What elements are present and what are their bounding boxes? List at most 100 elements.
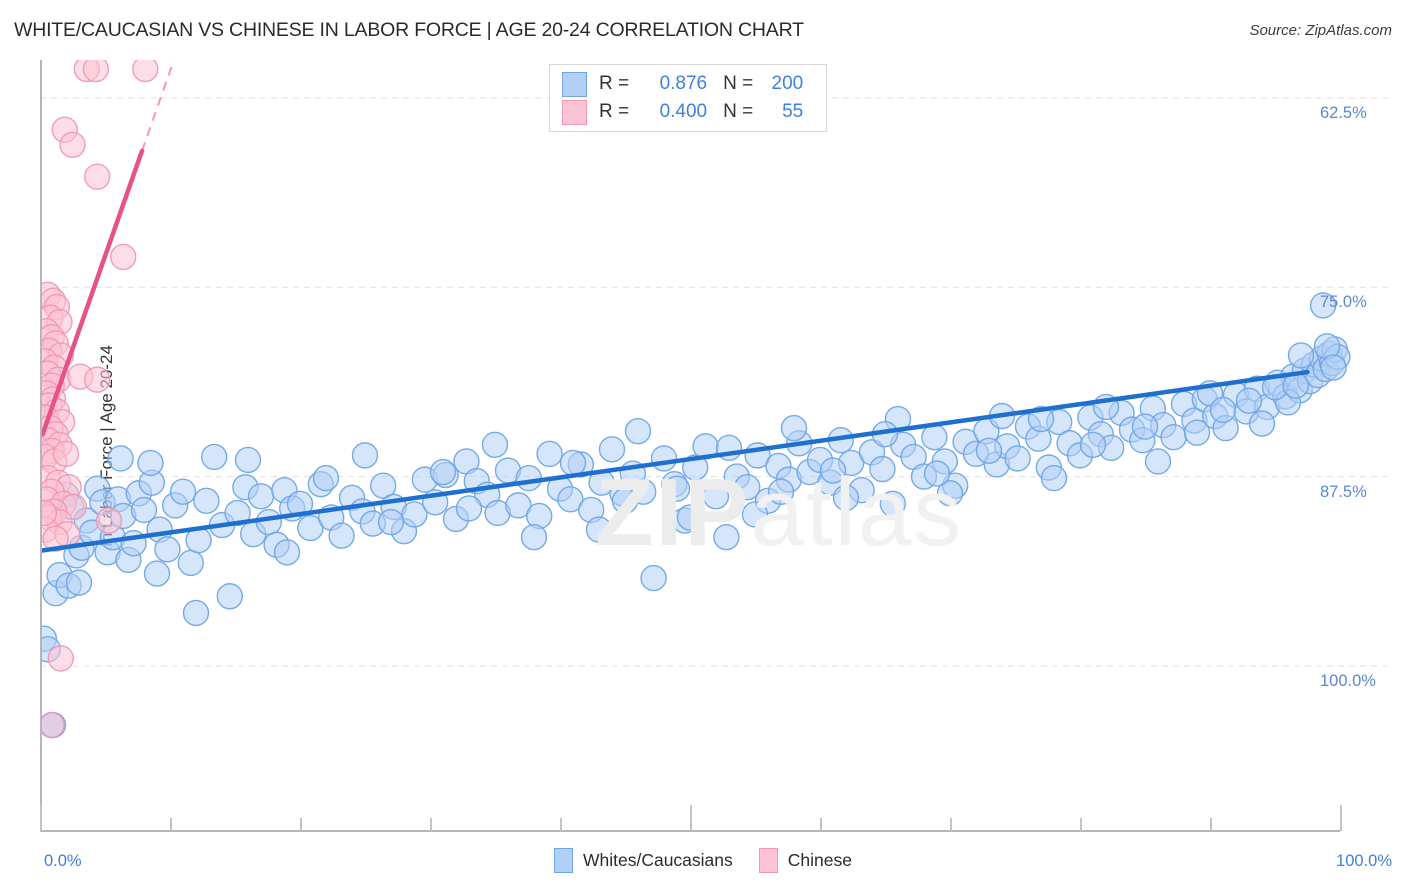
data-point [52, 440, 80, 468]
data-point [143, 560, 171, 587]
data-point [1131, 413, 1159, 440]
data-point [351, 442, 379, 469]
x-axis-tick [560, 818, 562, 831]
data-point [1079, 431, 1107, 458]
data-point [481, 431, 509, 458]
data-point [107, 445, 134, 472]
data-point [273, 539, 301, 566]
x-axis-tick [820, 818, 822, 831]
data-point [1144, 448, 1172, 475]
data-point [515, 464, 542, 492]
y-tick-label: 87.5% [1320, 482, 1367, 501]
data-point [611, 487, 639, 515]
data-point [819, 457, 847, 484]
page-title: WHITE/CAUCASIAN VS CHINESE IN LABOR FORC… [14, 19, 804, 41]
series-whites-caucasians [40, 292, 1351, 739]
data-point [182, 599, 210, 627]
data-point [1287, 342, 1315, 369]
x-axis-tick [1340, 805, 1342, 831]
data-point [559, 449, 587, 477]
scatter-svg [40, 60, 1392, 739]
data-point [975, 437, 1003, 465]
data-point [193, 487, 220, 515]
data-point [84, 366, 111, 393]
legend-n-key-blue: N = [723, 73, 754, 94]
y-axis-line [40, 60, 42, 830]
series-label-whites: Whites/Caucasians [582, 850, 733, 870]
stats-legend: R = 0.876 N = 200 R = 0.400 N = 55 [549, 64, 827, 132]
data-point [132, 60, 159, 83]
data-point [713, 523, 740, 551]
series-legend-item-chinese[interactable]: Chinese [758, 848, 852, 873]
legend-n-key-pink: N = [723, 101, 754, 122]
data-point [154, 536, 181, 563]
data-point [624, 417, 652, 445]
y-tick-label: 100.0% [1320, 671, 1376, 690]
series-legend-item-whites[interactable]: Whites/Caucasians [553, 848, 733, 873]
x-axis-tick [1210, 818, 1212, 831]
data-point [767, 478, 795, 505]
data-point [65, 569, 93, 596]
data-point [598, 436, 626, 463]
y-tick-label: 75.0% [1320, 293, 1367, 312]
data-point [780, 414, 808, 442]
data-point [741, 501, 769, 528]
series-legend: Whites/Caucasians Chinese [0, 848, 1406, 873]
data-point [1248, 410, 1276, 437]
data-point [84, 163, 111, 190]
data-point [536, 440, 563, 468]
data-point [879, 490, 906, 518]
data-point [1004, 445, 1031, 472]
legend-r-key-blue: R = [599, 73, 630, 94]
x-axis-tick [1080, 818, 1082, 831]
data-point [832, 484, 860, 511]
series-swatch-blue [553, 848, 573, 873]
data-point [869, 455, 896, 483]
data-point [663, 475, 691, 502]
data-point [1160, 423, 1187, 451]
data-point [676, 504, 704, 531]
data-point [377, 508, 405, 536]
data-point [82, 60, 110, 83]
legend-r-value-pink: 0.400 [659, 101, 708, 122]
legend-n-value-pink: 55 [782, 101, 804, 122]
data-point [247, 483, 275, 510]
data-point [109, 243, 137, 271]
x-axis-tick [950, 818, 952, 831]
data-point [585, 516, 613, 543]
legend-swatch-blue [562, 71, 587, 97]
x-axis-tick [430, 818, 432, 831]
x-axis-tick [170, 818, 172, 831]
data-point [1040, 464, 1068, 492]
data-point [59, 131, 86, 159]
data-point [921, 423, 948, 451]
data-point [702, 483, 730, 510]
stats-legend-row-whites: R = 0.876 N = 200 [562, 70, 803, 98]
source-attribution: Source: ZipAtlas.com [1249, 22, 1392, 39]
series-label-chinese: Chinese [787, 850, 852, 870]
x-axis-tick [300, 818, 302, 831]
data-point [1209, 396, 1237, 424]
correlation-chart: WHITE/CAUCASIAN VS CHINESE IN LABOR FORC… [0, 0, 1406, 892]
stats-legend-row-chinese: R = 0.400 N = 55 [562, 98, 803, 126]
data-point [1320, 354, 1347, 381]
series-swatch-pink [758, 848, 778, 873]
data-point [429, 458, 457, 486]
data-point [640, 564, 667, 592]
data-point [328, 522, 355, 549]
data-point [47, 645, 74, 672]
data-point [234, 446, 262, 474]
data-point [95, 507, 123, 534]
legend-n-value-blue: 200 [771, 73, 804, 94]
data-point [169, 478, 197, 505]
data-point [1235, 387, 1263, 415]
legend-r-value-blue: 0.876 [659, 73, 708, 94]
data-point [177, 549, 205, 577]
data-point [216, 583, 244, 610]
y-tick-label: 62.5% [1320, 103, 1367, 122]
legend-swatch-pink [562, 99, 587, 125]
data-point [923, 460, 951, 487]
data-point [650, 445, 678, 472]
plot-area: ZIPatlas [40, 60, 1392, 825]
x-axis-tick [40, 805, 42, 831]
